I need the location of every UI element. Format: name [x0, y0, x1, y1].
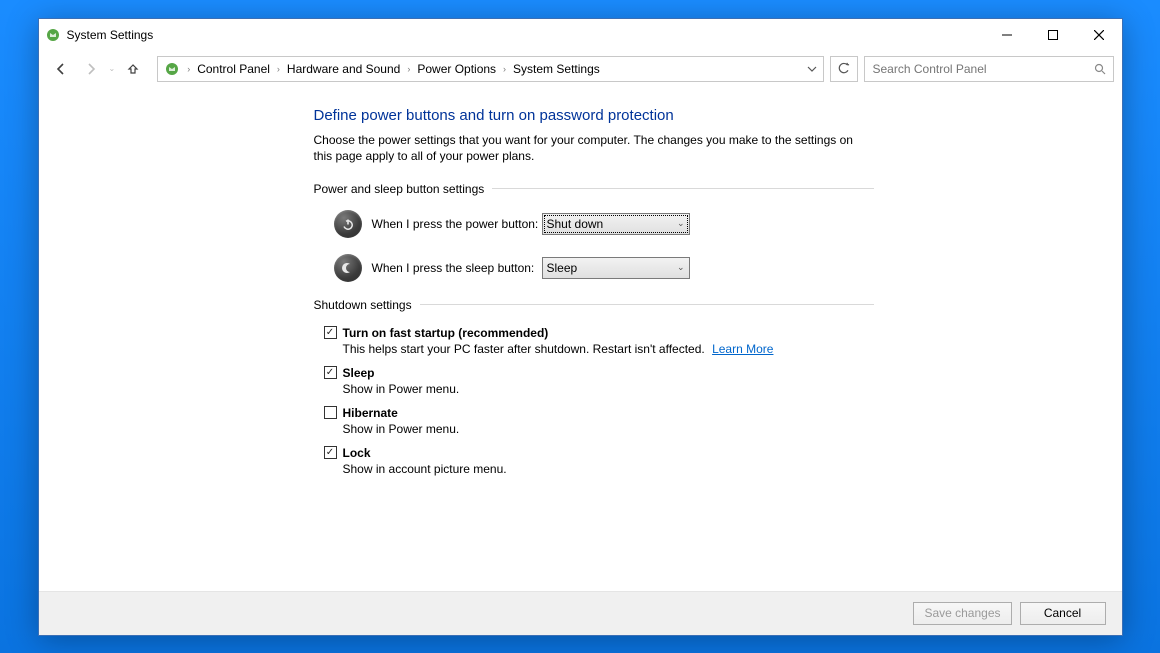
sleep-icon	[334, 254, 362, 282]
breadcrumb: Control Panel › Hardware and Sound › Pow…	[193, 59, 820, 79]
checkbox[interactable]: ✓	[324, 446, 337, 459]
breadcrumb-item-system-settings[interactable]: System Settings	[509, 59, 604, 79]
window-controls	[984, 19, 1122, 51]
power-button-label: When I press the power button:	[372, 217, 542, 231]
minimize-button[interactable]	[984, 19, 1030, 51]
section-label: Shutdown settings	[314, 298, 412, 312]
address-bar[interactable]: › Control Panel › Hardware and Sound › P…	[157, 56, 823, 82]
sleep-button-label: When I press the sleep button:	[372, 261, 542, 275]
checkbox-label: Hibernate	[343, 406, 398, 420]
save-changes-button[interactable]: Save changes	[913, 602, 1011, 625]
checkbox-description: Show in Power menu.	[343, 382, 884, 396]
divider	[420, 304, 874, 305]
search-input[interactable]	[871, 61, 1093, 77]
page-description: Choose the power settings that you want …	[314, 132, 854, 164]
checkbox-label: Lock	[343, 446, 371, 460]
divider	[492, 188, 873, 189]
up-button[interactable]	[119, 56, 147, 82]
breadcrumb-item-control-panel[interactable]: Control Panel	[193, 59, 274, 79]
checkbox-description: Show in account picture menu.	[343, 462, 884, 476]
recent-locations-button[interactable]: ⌄	[107, 64, 118, 73]
chevron-down-icon: ⌄	[677, 262, 685, 273]
search-icon	[1093, 63, 1107, 75]
sleep-button-dropdown[interactable]: Sleep ⌄	[542, 257, 690, 279]
cancel-button[interactable]: Cancel	[1020, 602, 1106, 625]
breadcrumb-item-power-options[interactable]: Power Options	[413, 59, 500, 79]
navigation-bar: ⌄ › Control Panel › Hardware and Sound ›…	[39, 51, 1122, 87]
chevron-right-icon: ›	[274, 64, 283, 74]
checkbox-hibernate: Hibernate Show in Power menu.	[324, 406, 884, 436]
app-icon	[45, 27, 61, 43]
checkbox-sleep: ✓ Sleep Show in Power menu.	[324, 366, 884, 396]
sleep-button-row: When I press the sleep button: Sleep ⌄	[334, 254, 1122, 282]
content-area: Define power buttons and turn on passwor…	[39, 87, 1122, 591]
chevron-right-icon: ›	[500, 64, 509, 74]
chevron-right-icon: ›	[404, 64, 413, 74]
dropdown-value: Shut down	[547, 217, 604, 231]
forward-button[interactable]	[77, 56, 105, 82]
page-title: Define power buttons and turn on passwor…	[314, 107, 1122, 124]
titlebar: System Settings	[39, 19, 1122, 51]
close-button[interactable]	[1076, 19, 1122, 51]
power-button-row: When I press the power button: Shut down…	[334, 210, 1122, 238]
checkbox-label: Sleep	[343, 366, 375, 380]
window-title: System Settings	[67, 28, 984, 42]
chevron-right-icon: ›	[184, 64, 193, 74]
power-button-dropdown[interactable]: Shut down ⌄	[542, 213, 690, 235]
location-icon	[164, 61, 180, 77]
footer: Save changes Cancel	[39, 591, 1122, 635]
checkbox-lock: ✓ Lock Show in account picture menu.	[324, 446, 884, 476]
checkbox-description: Show in Power menu.	[343, 422, 884, 436]
search-box[interactable]	[864, 56, 1114, 82]
checkbox-description: This helps start your PC faster after sh…	[343, 342, 884, 356]
back-button[interactable]	[47, 56, 75, 82]
address-dropdown-button[interactable]	[803, 64, 821, 74]
section-power-sleep: Power and sleep button settings	[314, 182, 874, 196]
checkbox[interactable]: ✓	[324, 366, 337, 379]
chevron-down-icon: ⌄	[677, 218, 685, 229]
checkbox[interactable]: ✓	[324, 326, 337, 339]
checkbox-label: Turn on fast startup (recommended)	[343, 326, 549, 340]
breadcrumb-item-hardware-and-sound[interactable]: Hardware and Sound	[283, 59, 404, 79]
learn-more-link[interactable]: Learn More	[712, 342, 773, 356]
maximize-button[interactable]	[1030, 19, 1076, 51]
refresh-button[interactable]	[830, 56, 858, 82]
system-settings-window: System Settings ⌄ › Control Panel › Ha	[38, 18, 1123, 636]
dropdown-value: Sleep	[547, 261, 578, 275]
checkbox[interactable]	[324, 406, 337, 419]
section-label: Power and sleep button settings	[314, 182, 485, 196]
shutdown-settings-list: ✓ Turn on fast startup (recommended) Thi…	[324, 326, 884, 476]
checkbox-fast-startup: ✓ Turn on fast startup (recommended) Thi…	[324, 326, 884, 356]
section-shutdown: Shutdown settings	[314, 298, 874, 312]
power-icon	[334, 210, 362, 238]
